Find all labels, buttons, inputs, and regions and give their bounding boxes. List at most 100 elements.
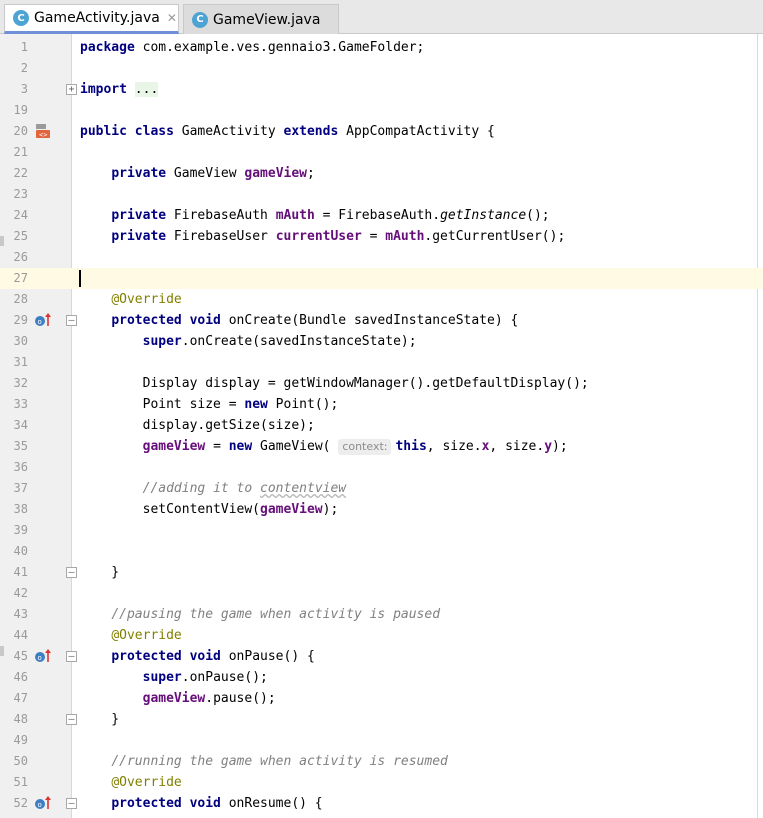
override-method-icon[interactable]: o [34, 796, 54, 810]
code-line[interactable]: 19 [0, 100, 763, 121]
code-line[interactable]: 21 [0, 142, 763, 163]
line-number[interactable]: 33 [0, 394, 28, 415]
android-activity-icon[interactable]: <> [34, 124, 54, 138]
line-number[interactable]: 24 [0, 205, 28, 226]
code-line[interactable]: 3 import ... + [0, 79, 763, 100]
line-number[interactable]: 31 [0, 352, 28, 373]
code-line[interactable]: 23 [0, 184, 763, 205]
line-number[interactable]: 50 [0, 751, 28, 772]
code-line[interactable]: 28 @Override [0, 289, 763, 310]
close-icon[interactable]: ✕ [167, 11, 177, 25]
code-line[interactable]: 34 display.getSize(size); [0, 415, 763, 436]
code-text[interactable]: private GameView gameView; [80, 163, 315, 184]
line-number[interactable]: 32 [0, 373, 28, 394]
override-method-icon[interactable]: o [34, 313, 54, 327]
code-line[interactable]: 41 } – [0, 562, 763, 583]
code-text[interactable]: package com.example.ves.gennaio3.GameFol… [80, 37, 424, 58]
code-text[interactable]: gameView = new GameView( context: this, s… [80, 436, 568, 457]
code-line[interactable]: 1 package com.example.ves.gennaio3.GameFo… [0, 37, 763, 58]
code-text[interactable]: //running the game when activity is resu… [80, 751, 448, 772]
line-number[interactable]: 41 [0, 562, 28, 583]
fold-expand-icon[interactable]: + [66, 84, 77, 95]
code-line[interactable]: 2 [0, 58, 763, 79]
line-number[interactable]: 3 [0, 79, 28, 100]
tab-gameactivity[interactable]: C GameActivity.java ✕ [4, 4, 179, 34]
line-number[interactable]: 40 [0, 541, 28, 562]
code-line[interactable]: 26 [0, 247, 763, 268]
code-line[interactable]: 39 [0, 520, 763, 541]
code-text[interactable]: Point size = new Point(); [80, 394, 339, 415]
code-text[interactable]: display.getSize(size); [80, 415, 315, 436]
line-number[interactable]: 39 [0, 520, 28, 541]
code-line[interactable]: 27 [0, 268, 763, 289]
tab-gameview[interactable]: C GameView.java [183, 4, 339, 34]
line-number[interactable]: 2 [0, 58, 28, 79]
code-line[interactable]: 48 } – [0, 709, 763, 730]
code-text[interactable]: super.onPause(); [80, 667, 268, 688]
code-text[interactable]: private FirebaseUser currentUser = mAuth… [80, 226, 565, 247]
code-line[interactable]: 38 setContentView(gameView); [0, 499, 763, 520]
code-line[interactable]: 51 @Override [0, 772, 763, 793]
fold-collapse-icon[interactable]: – [66, 651, 77, 662]
line-number[interactable]: 1 [0, 37, 28, 58]
code-line[interactable]: 46 super.onPause(); [0, 667, 763, 688]
line-number[interactable]: 25 [0, 226, 28, 247]
code-line[interactable]: 22 private GameView gameView; [0, 163, 763, 184]
code-line[interactable]: 31 [0, 352, 763, 373]
code-line[interactable]: 40 [0, 541, 763, 562]
code-text[interactable]: } [80, 709, 119, 730]
line-number[interactable]: 48 [0, 709, 28, 730]
code-text[interactable]: gameView.pause(); [80, 688, 276, 709]
fold-collapse-icon[interactable]: – [66, 798, 77, 809]
code-line[interactable]: 35 gameView = new GameView( context: this… [0, 436, 763, 457]
code-text[interactable]: } [80, 562, 119, 583]
code-line[interactable]: 44 @Override [0, 625, 763, 646]
code-text[interactable]: @Override [80, 772, 181, 793]
line-number[interactable]: 29 [0, 310, 28, 331]
code-text[interactable]: private FirebaseAuth mAuth = FirebaseAut… [80, 205, 549, 226]
code-line[interactable]: 47 gameView.pause(); [0, 688, 763, 709]
code-text[interactable]: setContentView(gameView); [80, 499, 339, 520]
line-number[interactable]: 51 [0, 772, 28, 793]
code-text[interactable]: super.onCreate(savedInstanceState); [80, 331, 417, 352]
code-text[interactable]: Display display = getWindowManager().get… [80, 373, 589, 394]
code-line[interactable]: 42 [0, 583, 763, 604]
fold-collapse-icon[interactable]: – [66, 567, 77, 578]
code-line[interactable]: 49 [0, 730, 763, 751]
code-text[interactable]: protected void onCreate(Bundle savedInst… [80, 310, 518, 331]
code-text[interactable]: import ... [80, 79, 159, 100]
code-text[interactable]: //pausing the game when activity is paus… [80, 604, 440, 625]
code-line[interactable]: 32 Display display = getWindowManager().… [0, 373, 763, 394]
line-number[interactable]: 20 [0, 121, 28, 142]
code-line[interactable]: 25 private FirebaseUser currentUser = mA… [0, 226, 763, 247]
code-text[interactable]: //adding it to contentview [80, 478, 347, 499]
line-number[interactable]: 34 [0, 415, 28, 436]
line-number[interactable]: 38 [0, 499, 28, 520]
line-number[interactable]: 52 [0, 793, 28, 814]
code-text[interactable]: @Override [80, 289, 181, 310]
line-number[interactable]: 42 [0, 583, 28, 604]
code-text[interactable]: protected void onResume() { [80, 793, 322, 814]
line-number[interactable]: 45 [0, 646, 28, 667]
code-text[interactable]: public class GameActivity extends AppCom… [80, 121, 495, 142]
code-editor[interactable]: 1 package com.example.ves.gennaio3.GameFo… [0, 34, 763, 818]
line-number[interactable]: 49 [0, 730, 28, 751]
code-line[interactable]: 30 super.onCreate(savedInstanceState); [0, 331, 763, 352]
line-number[interactable]: 36 [0, 457, 28, 478]
code-line[interactable]: 45 protected void onPause() {– o [0, 646, 763, 667]
code-line[interactable]: 52 protected void onResume() {– o [0, 793, 763, 814]
code-line[interactable]: 33 Point size = new Point(); [0, 394, 763, 415]
line-number[interactable]: 37 [0, 478, 28, 499]
line-number[interactable]: 43 [0, 604, 28, 625]
code-line[interactable]: 29 protected void onCreate(Bundle savedI… [0, 310, 763, 331]
code-line[interactable]: 50 //running the game when activity is r… [0, 751, 763, 772]
line-number[interactable]: 47 [0, 688, 28, 709]
line-number[interactable]: 19 [0, 100, 28, 121]
line-number[interactable]: 28 [0, 289, 28, 310]
line-number[interactable]: 30 [0, 331, 28, 352]
line-number[interactable]: 44 [0, 625, 28, 646]
code-text[interactable]: protected void onPause() { [80, 646, 315, 667]
line-number[interactable]: 22 [0, 163, 28, 184]
code-line[interactable]: 20 public class GameActivity extends AppC… [0, 121, 763, 142]
line-number[interactable]: 26 [0, 247, 28, 268]
